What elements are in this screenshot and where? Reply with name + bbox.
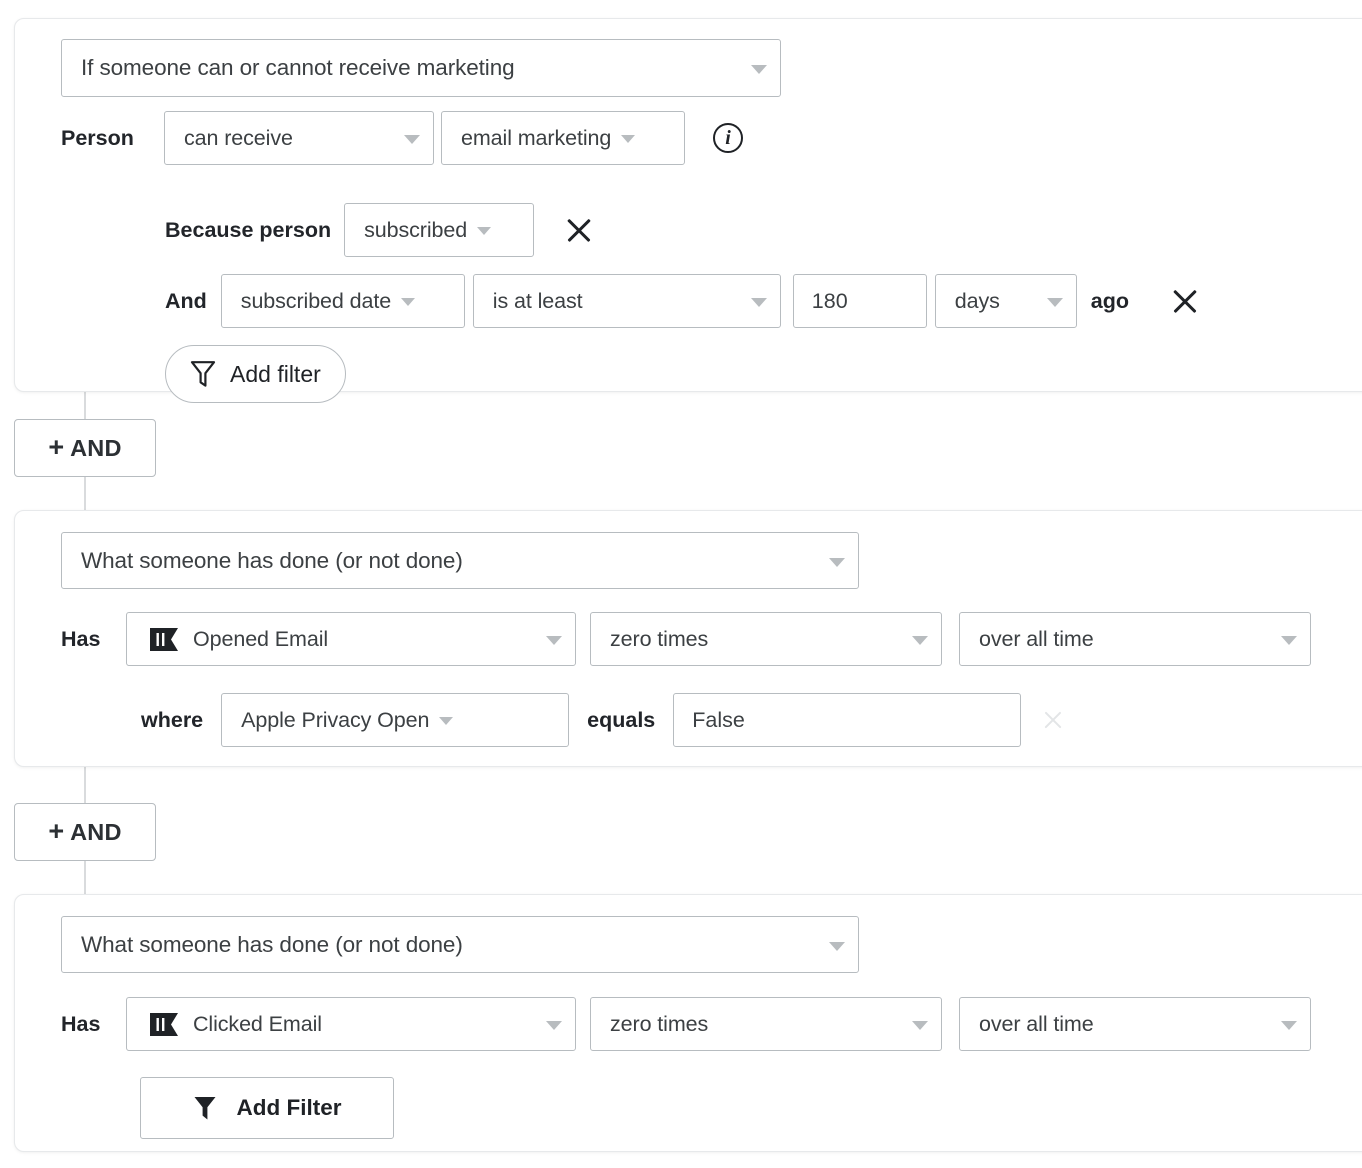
chevron-down-icon: [751, 65, 767, 74]
group-type-select-1[interactable]: If someone can or cannot receive marketi…: [61, 39, 781, 97]
flag-icon: [149, 1012, 179, 1037]
where-label-2: where: [141, 708, 203, 733]
condition-group-3: What someone has done (or not done) Has …: [14, 894, 1362, 1152]
event-row-2: Has Opened Email zero times over all tim…: [61, 612, 1311, 666]
subscription-reason-select[interactable]: subscribed: [344, 203, 534, 257]
chevron-down-icon: [829, 558, 845, 567]
info-icon[interactable]: i: [713, 123, 743, 153]
remove-date-row-button[interactable]: [1168, 284, 1202, 318]
chevron-down-icon: [1281, 1021, 1297, 1030]
chevron-down-icon: [404, 135, 420, 144]
chevron-down-icon: [477, 227, 491, 235]
frequency-select-3[interactable]: zero times: [590, 997, 942, 1051]
event-property-value-2: Apple Privacy Open: [241, 708, 429, 733]
date-unit-value: days: [955, 289, 1000, 314]
add-filter-label-1: Add filter: [230, 361, 321, 388]
has-label-2: Has: [61, 627, 126, 652]
add-filter-button-1[interactable]: Add filter: [165, 345, 346, 403]
and-connector-label-1: AND: [70, 435, 122, 462]
condition-group-1: If someone can or cannot receive marketi…: [14, 18, 1362, 392]
chevron-down-icon: [1281, 636, 1297, 645]
because-person-row: Because person subscribed: [165, 203, 596, 257]
event-row-3: Has Clicked Email zero times over all ti…: [61, 997, 1311, 1051]
event-property-value-input-2[interactable]: False: [673, 693, 1021, 747]
date-amount-input[interactable]: 180: [793, 274, 927, 328]
date-unit-select[interactable]: days: [935, 274, 1077, 328]
person-row: Person can receive email marketing i: [61, 111, 743, 165]
add-and-condition-button-1[interactable]: + AND: [14, 419, 156, 477]
add-and-condition-button-2[interactable]: + AND: [14, 803, 156, 861]
timeframe-select-2[interactable]: over all time: [959, 612, 1311, 666]
person-row-label: Person: [61, 126, 164, 151]
chevron-down-icon: [401, 298, 415, 306]
because-person-label: Because person: [165, 218, 331, 243]
frequency-value-2: zero times: [610, 627, 708, 652]
property-input-text-2: False: [692, 708, 745, 732]
chevron-down-icon: [621, 135, 635, 143]
segment-builder-canvas: If someone can or cannot receive marketi…: [0, 0, 1362, 1168]
remove-event-filter-button-2[interactable]: [1039, 706, 1067, 734]
date-field-value: subscribed date: [241, 289, 391, 314]
date-amount-value: 180: [812, 289, 848, 313]
group-type-label-3: What someone has done (or not done): [81, 932, 463, 958]
channel-select[interactable]: email marketing: [441, 111, 685, 165]
plus-icon: +: [48, 434, 64, 461]
add-filter-button-3[interactable]: Add Filter: [140, 1077, 394, 1139]
receive-status-value: can receive: [184, 126, 293, 151]
date-operator-select[interactable]: is at least: [473, 274, 781, 328]
event-name-3: Clicked Email: [193, 1012, 322, 1037]
has-label-3: Has: [61, 1012, 126, 1037]
channel-value: email marketing: [461, 126, 611, 151]
frequency-value-3: zero times: [610, 1012, 708, 1037]
chevron-down-icon: [546, 1021, 562, 1030]
event-select-2[interactable]: Opened Email: [126, 612, 576, 666]
equals-label-2: equals: [587, 708, 655, 733]
add-filter-label-3: Add Filter: [237, 1095, 342, 1121]
event-name-2: Opened Email: [193, 627, 328, 652]
chevron-down-icon: [546, 636, 562, 645]
date-operator-value: is at least: [493, 289, 583, 314]
flag-icon: [149, 627, 179, 652]
and-label: And: [165, 289, 207, 314]
remove-because-row-button[interactable]: [562, 213, 596, 247]
frequency-select-2[interactable]: zero times: [590, 612, 942, 666]
timeframe-select-3[interactable]: over all time: [959, 997, 1311, 1051]
filter-funnel-solid-icon: [193, 1095, 217, 1121]
receive-status-select[interactable]: can receive: [164, 111, 434, 165]
group-type-select-3[interactable]: What someone has done (or not done): [61, 916, 859, 973]
group-type-label-1: If someone can or cannot receive marketi…: [81, 55, 515, 81]
subscribed-date-row: And subscribed date is at least 180 days…: [165, 274, 1202, 328]
group-type-select-2[interactable]: What someone has done (or not done): [61, 532, 859, 589]
timeframe-value-3: over all time: [979, 1012, 1094, 1037]
filter-funnel-icon: [190, 359, 216, 389]
chevron-down-icon: [439, 717, 453, 725]
and-connector-label-2: AND: [70, 819, 122, 846]
chevron-down-icon: [1047, 298, 1063, 307]
chevron-down-icon: [751, 298, 767, 307]
event-filter-row-2: where Apple Privacy Open equals False: [141, 693, 1067, 747]
event-property-select-2[interactable]: Apple Privacy Open: [221, 693, 569, 747]
subscription-reason-value: subscribed: [364, 218, 467, 243]
chevron-down-icon: [829, 942, 845, 951]
timeframe-value-2: over all time: [979, 627, 1094, 652]
date-field-select[interactable]: subscribed date: [221, 274, 465, 328]
chevron-down-icon: [912, 636, 928, 645]
chevron-down-icon: [912, 1021, 928, 1030]
condition-group-2: What someone has done (or not done) Has …: [14, 510, 1362, 767]
ago-label: ago: [1091, 289, 1129, 314]
group-type-label-2: What someone has done (or not done): [81, 548, 463, 574]
plus-icon: +: [48, 818, 64, 845]
event-select-3[interactable]: Clicked Email: [126, 997, 576, 1051]
